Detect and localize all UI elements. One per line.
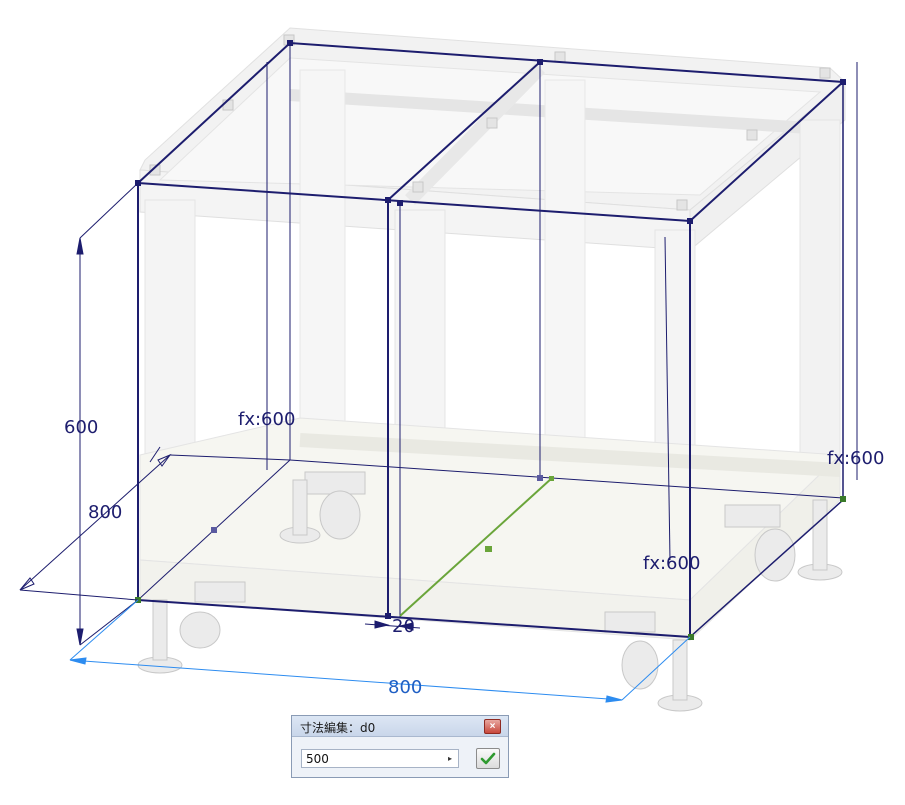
dim-gap-label[interactable]: 20 — [392, 616, 415, 637]
dim-fx-center-label[interactable]: fx:600 — [238, 409, 295, 430]
dim-fx-right-front-label[interactable]: fx:600 — [643, 553, 700, 574]
cad-viewport[interactable]: 600 800 fx:600 fx:600 fx:600 20 800 — [0, 0, 905, 800]
dim-depth-label[interactable]: 800 — [88, 502, 122, 523]
dimension-value-input[interactable] — [306, 752, 436, 766]
dim-height-label[interactable]: 600 — [64, 417, 98, 438]
dimension-edit-dialog: 寸法編集：d0 × ▸ — [291, 715, 509, 778]
table-model — [137, 27, 846, 712]
dimension-value-field[interactable]: ▸ — [301, 749, 459, 768]
dim-width-label[interactable]: 800 — [388, 677, 422, 698]
dialog-title: 寸法編集：d0 — [300, 721, 376, 735]
close-button[interactable]: × — [484, 719, 501, 734]
ok-button[interactable] — [476, 748, 500, 769]
dim-fx-right-back-label[interactable]: fx:600 — [827, 448, 884, 469]
close-icon: × — [489, 721, 496, 732]
expand-arrow-icon[interactable]: ▸ — [444, 752, 456, 765]
dialog-titlebar[interactable]: 寸法編集：d0 × — [292, 716, 508, 737]
check-icon — [480, 752, 496, 765]
